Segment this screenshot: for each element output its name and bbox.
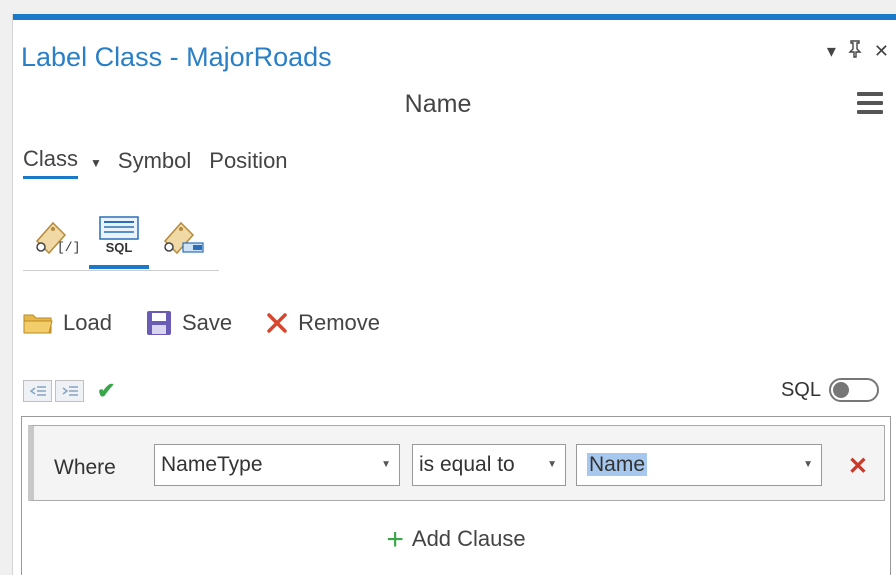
sql-toggle-label: SQL xyxy=(780,378,821,401)
operator-select[interactable]: is equal to ▼ xyxy=(412,444,566,486)
chevron-down-icon: ▼ xyxy=(803,459,813,470)
field-select[interactable]: NameType ▼ xyxy=(154,444,400,486)
value-select[interactable]: Name ▼ xyxy=(576,444,822,486)
plus-icon: + xyxy=(386,523,404,556)
label-placement-icon xyxy=(163,221,204,255)
pane-accent-bar xyxy=(13,14,896,20)
tab-bar: Class ▼ Symbol Position xyxy=(23,146,306,179)
save-icon xyxy=(146,311,171,335)
value-select-value: Name xyxy=(587,453,648,476)
query-builder: Where NameType ▼ is equal to ▼ Name ▼ ✕ … xyxy=(21,416,891,575)
where-clause: Where NameType ▼ is equal to ▼ Name ▼ ✕ xyxy=(28,425,885,501)
operator-select-value: is equal to xyxy=(419,453,515,476)
chevron-down-icon: ▼ xyxy=(547,459,557,470)
pane-title: Label Class - MajorRoads xyxy=(21,42,332,72)
clause-tool-row: ✔ xyxy=(23,378,115,404)
label-expression-icon: [/] xyxy=(35,221,79,255)
sql-query-icon xyxy=(99,215,139,240)
close-icon[interactable]: ✕ xyxy=(874,41,889,62)
svg-text:[/]: [/] xyxy=(57,240,79,255)
class-dropdown-icon[interactable]: ▼ xyxy=(90,156,102,170)
indent-button[interactable] xyxy=(55,380,84,402)
remove-x-icon xyxy=(267,313,287,333)
where-label: Where xyxy=(54,456,116,479)
outdent-icon xyxy=(29,386,46,396)
sql-mode-label: SQL xyxy=(105,239,133,255)
indent-icon xyxy=(62,386,78,396)
field-select-value: NameType xyxy=(161,453,263,476)
verify-checkmark-icon[interactable]: ✔ xyxy=(97,378,115,404)
action-toolbar: Load Save Remove xyxy=(23,310,414,336)
tab-position[interactable]: Position xyxy=(209,148,287,178)
tab-symbol[interactable]: Symbol xyxy=(118,148,191,178)
remove-label: Remove xyxy=(298,310,381,335)
toggle-knob xyxy=(833,382,849,398)
save-label: Save xyxy=(181,310,233,335)
pane-controls: ▾ ✕ xyxy=(827,40,889,63)
remove-button[interactable]: Remove xyxy=(266,310,380,336)
sql-toggle: SQL xyxy=(781,378,879,402)
tab-class[interactable]: Class xyxy=(23,146,79,179)
label-class-name: Name xyxy=(404,90,472,118)
sql-toggle-switch[interactable] xyxy=(829,378,879,402)
hamburger-menu-icon[interactable] xyxy=(857,92,883,114)
label-class-pane: Label Class - MajorRoads ▾ ✕ Name Class … xyxy=(12,14,896,575)
load-button[interactable]: Load xyxy=(23,310,112,336)
load-label: Load xyxy=(63,310,112,335)
remove-clause-icon[interactable]: ✕ xyxy=(848,452,868,481)
label-mode-tabs: [/] SQL xyxy=(23,204,219,271)
folder-icon xyxy=(23,314,53,334)
label-placement-mode[interactable] xyxy=(151,204,215,266)
pane-options-dropdown-icon[interactable]: ▾ xyxy=(827,41,836,62)
outdent-button[interactable] xyxy=(23,380,52,402)
label-expression-mode[interactable]: [/] xyxy=(23,204,87,266)
sql-query-mode[interactable]: SQL xyxy=(87,204,151,269)
add-clause-button[interactable]: + Add Clause xyxy=(22,523,890,557)
add-clause-label: Add Clause xyxy=(411,526,526,551)
chevron-down-icon: ▼ xyxy=(381,459,391,470)
save-button[interactable]: Save xyxy=(146,310,232,336)
pin-icon[interactable] xyxy=(848,40,862,63)
